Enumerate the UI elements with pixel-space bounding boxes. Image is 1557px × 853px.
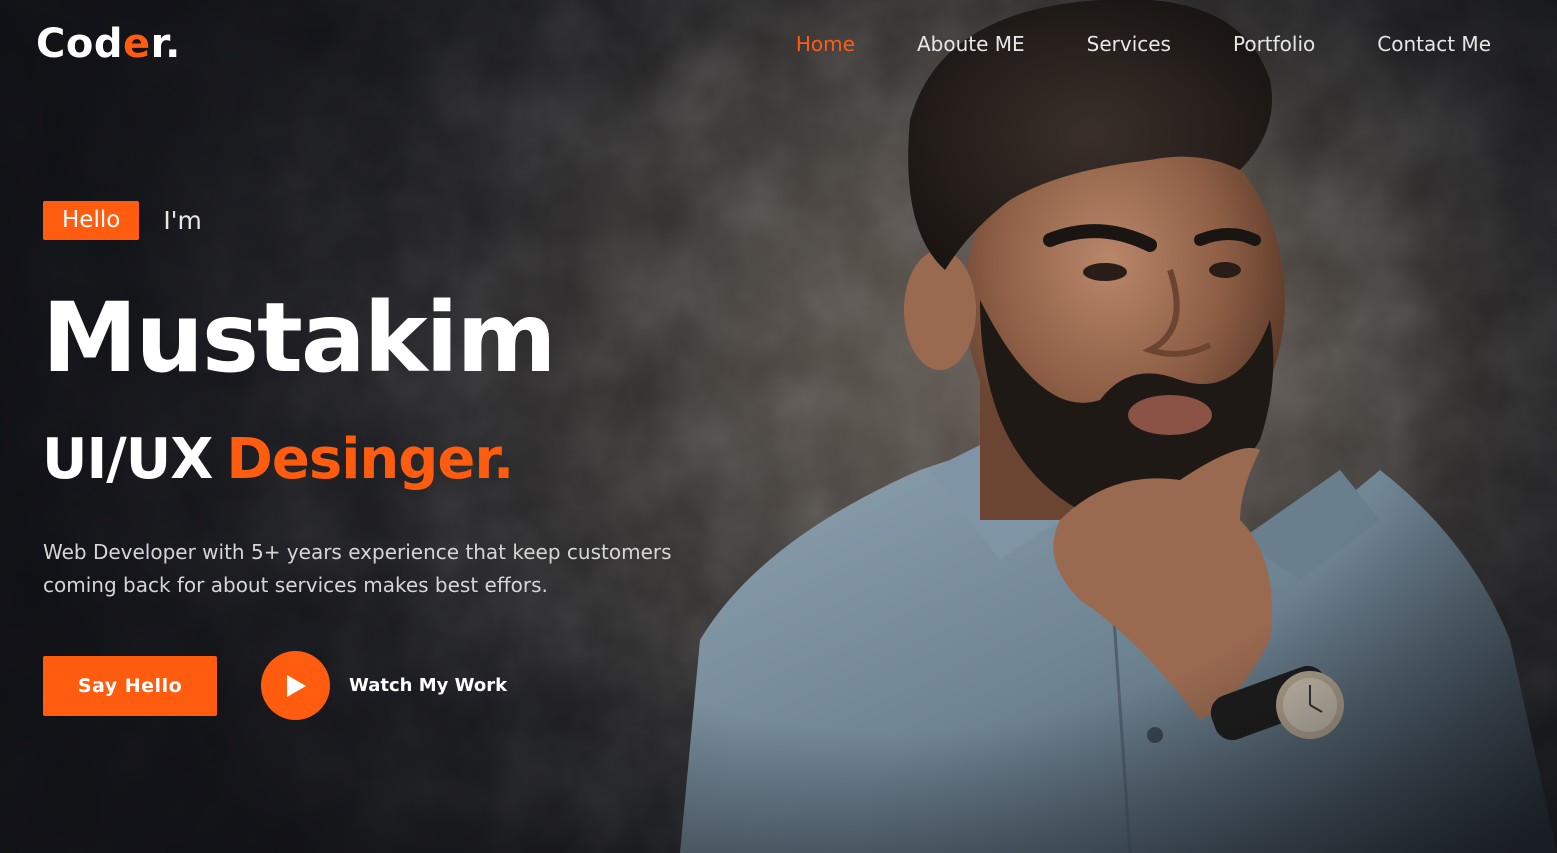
watch-my-work-link[interactable]: Watch My Work — [261, 651, 507, 720]
greeting-intro: I'm — [163, 206, 202, 235]
hero-description: Web Developer with 5+ years experience t… — [43, 540, 672, 597]
nav-item-contact[interactable]: Contact Me — [1377, 30, 1491, 58]
say-hello-button[interactable]: Say Hello — [43, 656, 217, 716]
role-prefix: UI/UX — [42, 427, 213, 492]
play-button[interactable] — [261, 651, 330, 720]
main-nav: Home Aboute ME Services Portfolio Contac… — [734, 30, 1491, 58]
nav-item-home[interactable]: Home — [796, 30, 855, 58]
logo[interactable]: Coder. — [36, 20, 181, 68]
role-highlight: Desinger. — [226, 427, 514, 492]
greeting-row: Hello I'm — [43, 201, 202, 240]
nav-item-services[interactable]: Services — [1087, 30, 1171, 58]
watch-label[interactable]: Watch My Work — [349, 675, 507, 696]
hero-name: Mustakim — [42, 282, 556, 394]
hero-role: UI/UX Desinger. — [42, 424, 514, 496]
hello-badge: Hello — [43, 201, 140, 240]
nav-item-about[interactable]: Aboute ME — [917, 30, 1025, 58]
nav-item-portfolio[interactable]: Portfolio — [1233, 30, 1315, 58]
play-icon — [286, 674, 306, 697]
